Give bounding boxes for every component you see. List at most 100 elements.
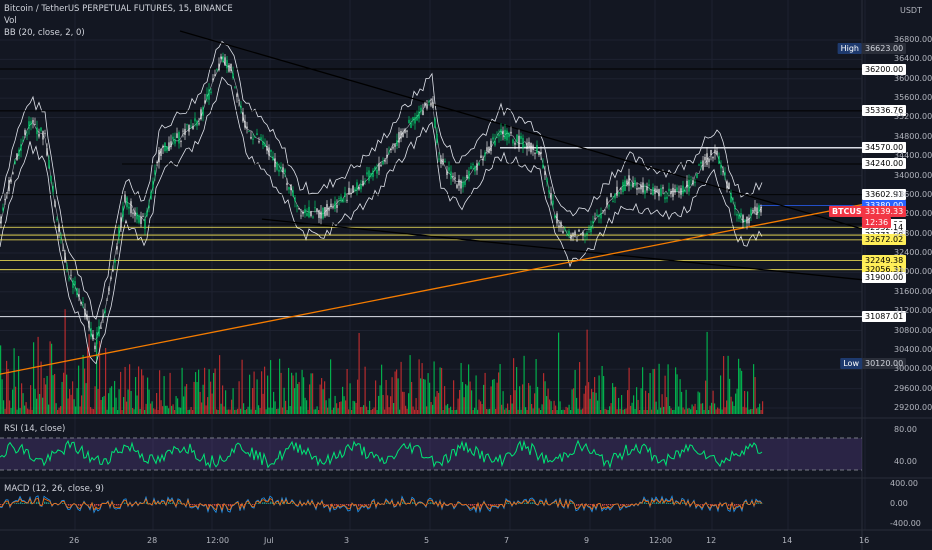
candle-body	[396, 140, 398, 147]
volume-bar	[586, 329, 588, 414]
candle-body	[82, 302, 84, 304]
volume-bar	[459, 389, 461, 414]
volume-bar	[100, 399, 102, 414]
volume-bar	[118, 389, 120, 414]
candle-body	[604, 209, 606, 211]
vol-legend[interactable]: Vol	[4, 16, 17, 26]
candle-body	[246, 126, 248, 129]
macd-legend[interactable]: MACD (12, 26, close, 9)	[4, 484, 104, 494]
candle-body	[528, 141, 530, 148]
volume-bar	[342, 386, 344, 414]
volume-bar	[559, 401, 561, 414]
candle-body	[48, 159, 50, 169]
candle-body	[574, 231, 576, 236]
volume-bar	[642, 367, 644, 414]
candle-body	[212, 78, 214, 81]
volume-bar	[55, 403, 57, 414]
volume-bar	[237, 408, 239, 414]
macd-hist-bar	[68, 504, 70, 506]
candle-body	[616, 186, 618, 196]
volume-bar	[424, 379, 426, 414]
macd-hist-bar	[358, 504, 360, 507]
volume-bar	[481, 404, 483, 414]
macd-hist-bar	[66, 504, 68, 505]
volume-bar	[271, 407, 273, 414]
volume-bar	[717, 407, 719, 414]
volume-bar	[439, 367, 441, 414]
volume-bar	[441, 367, 443, 414]
volume-bar	[622, 409, 624, 414]
volume-bar	[750, 409, 752, 414]
candle-body	[690, 179, 692, 181]
volume-bar	[325, 400, 327, 414]
macd-hist-bar	[454, 504, 456, 506]
volume-bar	[343, 396, 345, 414]
candle-body	[412, 117, 414, 121]
volume-bar	[630, 405, 632, 414]
candle-body	[416, 114, 418, 121]
currency-label[interactable]: USDT	[900, 6, 922, 15]
price-tick: 32000.00	[894, 267, 932, 277]
volume-bar	[243, 403, 245, 414]
candle-body	[336, 204, 338, 209]
volume-bar	[261, 371, 263, 414]
candle-body	[376, 169, 378, 174]
bb-legend[interactable]: BB (20, close, 2, 0)	[4, 28, 85, 38]
rsi-legend[interactable]: RSI (14, close)	[4, 424, 65, 434]
candle-body	[684, 189, 686, 193]
volume-bar	[79, 406, 81, 414]
volume-bar	[28, 409, 30, 414]
volume-bar	[522, 384, 524, 414]
volume-bar	[291, 372, 293, 414]
volume-bar	[427, 373, 429, 414]
candle-body	[94, 345, 96, 350]
candle-body	[66, 265, 68, 267]
candle-body	[248, 130, 250, 132]
macd-hist-bar	[34, 503, 36, 504]
candle-body	[468, 170, 470, 180]
candle-body	[142, 215, 144, 217]
volume-bar	[85, 383, 87, 414]
macd-hist-bar	[334, 504, 336, 506]
candle-body	[102, 315, 104, 318]
volume-bar	[516, 367, 518, 414]
candle-body	[414, 117, 416, 124]
volume-bar	[375, 380, 377, 414]
time-tick: 9	[584, 536, 590, 545]
candle-body	[288, 187, 290, 190]
trading-chart[interactable]	[0, 0, 932, 550]
candle-body	[230, 63, 232, 71]
volume-bar	[355, 402, 357, 414]
volume-bar	[387, 395, 389, 414]
volume-bar	[762, 401, 764, 414]
candle-body	[750, 209, 752, 216]
volume-bar	[189, 409, 191, 414]
volume-bar	[727, 355, 729, 414]
volume-bar	[631, 402, 633, 414]
rsi-tick: 40.00	[894, 457, 917, 466]
volume-bar	[363, 405, 365, 414]
volume-bar	[505, 408, 507, 414]
candle-body	[138, 215, 140, 223]
volume-bar	[199, 391, 201, 414]
candle-body	[448, 167, 450, 171]
volume-bar	[312, 373, 314, 414]
time-tick: 12:00	[206, 536, 230, 545]
volume-bar	[592, 392, 594, 414]
time-tick: 16	[859, 536, 870, 545]
candle-body	[220, 56, 222, 59]
volume-bar	[258, 405, 260, 414]
candle-body	[672, 187, 674, 197]
time-tick: 7	[504, 536, 510, 545]
volume-bar	[346, 368, 348, 414]
volume-bar	[633, 395, 635, 414]
volume-bar	[246, 409, 248, 414]
macd-hist-bar	[610, 504, 612, 506]
macd-hist-bar	[620, 504, 622, 506]
macd-hist-bar	[530, 502, 532, 504]
volume-bar	[144, 409, 146, 414]
volume-bar	[396, 369, 398, 414]
candle-body	[366, 172, 368, 175]
volume-bar	[561, 409, 563, 414]
volume-bar	[349, 383, 351, 414]
